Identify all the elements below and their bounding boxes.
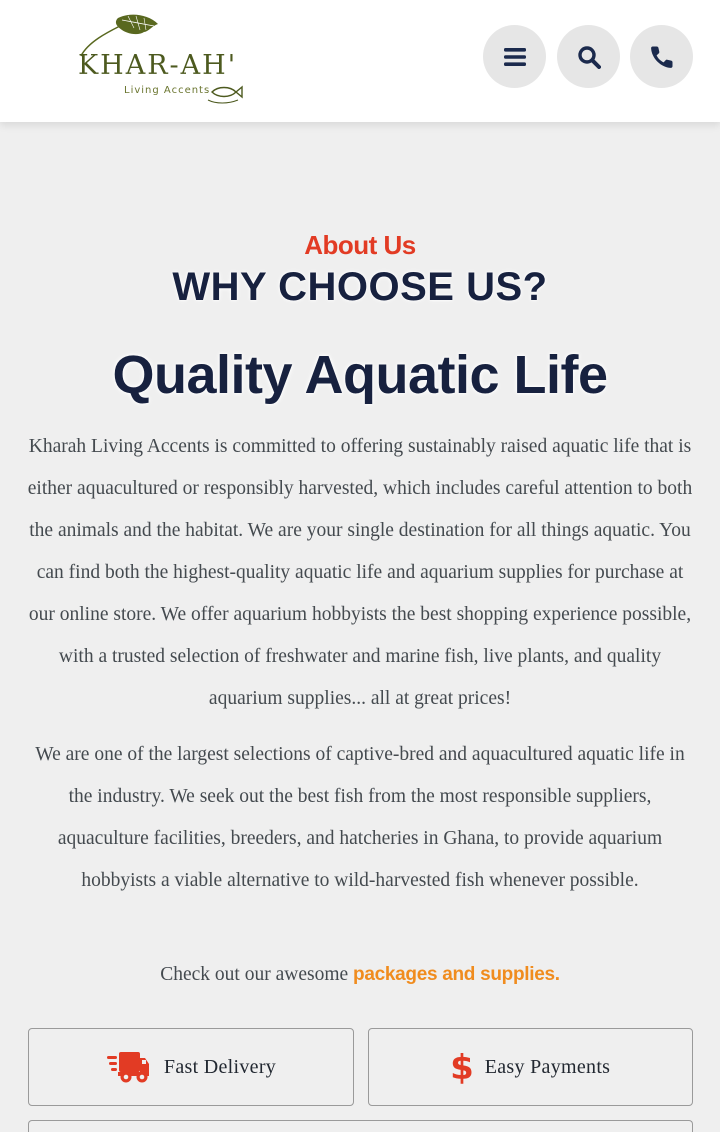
section-subheading: Quality Aquatic Life — [112, 345, 608, 405]
phone-button[interactable] — [630, 25, 693, 88]
svg-text:$: $ — [451, 1049, 473, 1085]
site-header: KHAR-AH' Living Accents — [0, 0, 720, 122]
search-icon — [577, 45, 601, 69]
about-section: About Us WHY CHOOSE US? Quality Aquatic … — [0, 122, 720, 1132]
delivery-truck-icon — [106, 1050, 150, 1084]
feature-card-partial — [28, 1120, 693, 1132]
cta-text: Check out our awesome packages and suppl… — [0, 964, 720, 986]
site-logo[interactable]: KHAR-AH' Living Accents — [78, 12, 254, 106]
section-heading: WHY CHOOSE US? — [172, 265, 548, 309]
menu-button[interactable] — [483, 25, 546, 88]
cta-prefix: Check out our awesome — [160, 964, 354, 985]
feature-card-easy-payments: $ Easy Payments — [368, 1028, 693, 1106]
about-paragraph: We are one of the largest selections of … — [35, 744, 685, 891]
menu-icon — [503, 47, 526, 66]
fish-icon — [207, 85, 243, 104]
feature-label: Easy Payments — [484, 1055, 611, 1078]
feature-card-fast-delivery: Fast Delivery — [28, 1028, 354, 1106]
logo-wordmark: KHAR-AH' — [78, 50, 238, 81]
feature-label: Fast Delivery — [163, 1055, 277, 1078]
search-button[interactable] — [557, 25, 620, 88]
dollar-icon: $ — [451, 1049, 473, 1085]
phone-icon — [650, 46, 672, 68]
logo-tagline: Living Accents — [124, 85, 211, 96]
packages-link[interactable]: packages and supplies. — [353, 964, 560, 985]
section-eyebrow: About Us — [304, 230, 416, 260]
about-paragraph: Kharah Living Accents is committed to of… — [27, 436, 693, 709]
